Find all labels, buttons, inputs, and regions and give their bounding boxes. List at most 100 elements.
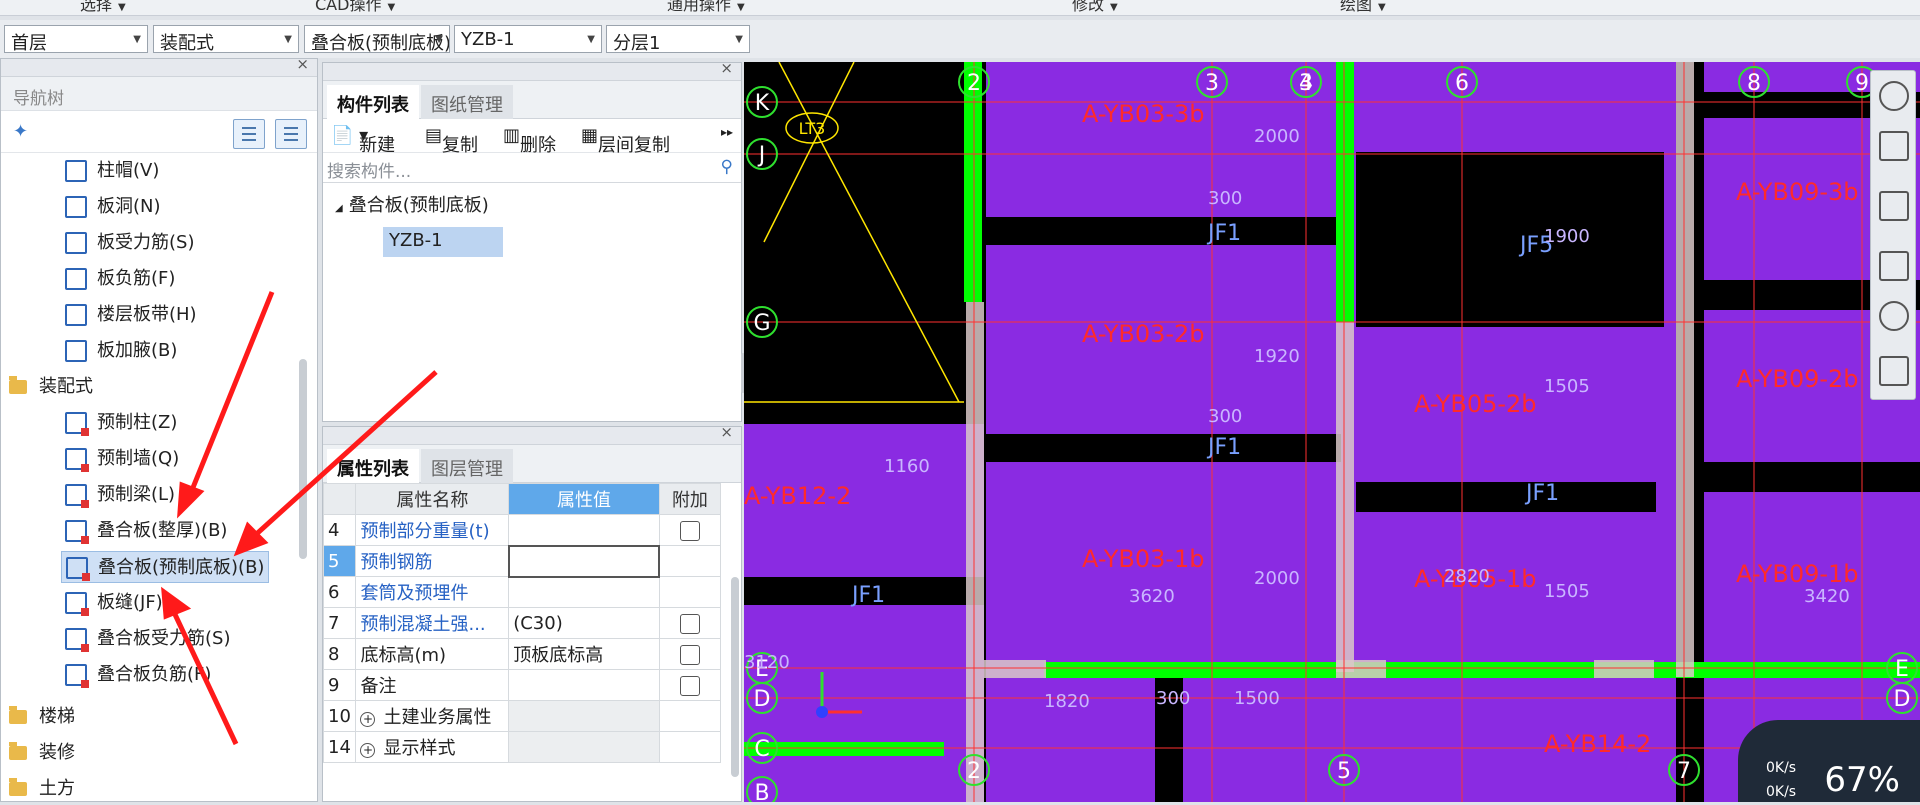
nav-item-precast-column[interactable]: 预制柱(Z): [65, 407, 177, 439]
list-view-button[interactable]: [233, 119, 265, 149]
cad-canvas[interactable]: LT3 2 3 3 6 8 9 K J G E D C B 2 5 7 E D …: [744, 62, 1920, 802]
close-icon[interactable]: ×: [296, 55, 309, 73]
chevron-down-icon: ▼: [587, 34, 595, 45]
component-select[interactable]: YZB-1 ▼: [454, 25, 602, 53]
ribbon-group-cad[interactable]: CAD操作 ▼: [315, 0, 395, 15]
checkbox[interactable]: [679, 675, 700, 696]
floor-select[interactable]: 首层 ▼: [4, 25, 148, 53]
svg-text:J: J: [757, 143, 766, 168]
table-row[interactable]: 7 预制混凝土强... (C30): [322, 607, 722, 639]
svg-text:JF1: JF1: [1206, 435, 1241, 460]
tab-property-list[interactable]: 属性列表: [327, 449, 419, 483]
property-scrollbar[interactable]: [731, 577, 739, 777]
orbit-icon[interactable]: [1879, 81, 1909, 111]
ribbon-group-select[interactable]: 选择 ▼: [80, 0, 126, 15]
delete-button[interactable]: ▥ 删除: [503, 125, 556, 156]
beam-green: [1336, 62, 1354, 322]
svg-text:1505: 1505: [1544, 376, 1590, 397]
nav-toolbar: ✦: [1, 111, 317, 153]
property-value-cell[interactable]: [508, 576, 660, 608]
ribbon-group-modify[interactable]: 修改 ▼: [1072, 0, 1118, 15]
slab-joint: [1356, 482, 1656, 512]
tab-component-list[interactable]: 构件列表: [327, 85, 419, 119]
new-button[interactable]: 📄 新建 ▾: [331, 125, 395, 156]
type-select[interactable]: 装配式 ▼: [153, 25, 299, 53]
nav-item-slab-joint[interactable]: 板缝(JF): [65, 587, 163, 619]
tree-child-selected[interactable]: YZB-1: [383, 227, 503, 257]
ribbon-group-draw[interactable]: 绘图 ▼: [1340, 0, 1386, 15]
tab-layer-management[interactable]: 图层管理: [421, 449, 513, 483]
checkbox[interactable]: [679, 613, 700, 634]
nav-folder-decoration[interactable]: 装修: [9, 737, 75, 769]
search-icon[interactable]: ⚲: [721, 157, 733, 177]
nav-item-composite-slab-full[interactable]: 叠合板(整厚)(B): [65, 515, 227, 547]
wall: [1336, 322, 1354, 672]
nav-item-slab-band[interactable]: 楼层板带(H): [65, 299, 197, 331]
property-value-cell[interactable]: 顶板底标高: [508, 638, 660, 670]
slab-hole-icon: [65, 196, 87, 218]
nav-folder-stairs[interactable]: 楼梯: [9, 701, 75, 733]
tab-drawing-management[interactable]: 图纸管理: [421, 85, 513, 119]
close-icon[interactable]: ×: [720, 59, 733, 77]
layers-icon[interactable]: [1879, 356, 1909, 386]
nav-folder-assembly[interactable]: 装配式: [9, 371, 93, 403]
nav-item-precast-wall[interactable]: 预制墙(Q): [65, 443, 179, 475]
search-input[interactable]: 搜索构件...: [327, 162, 411, 182]
tree-view-button[interactable]: [275, 119, 307, 149]
ribbon-group-general[interactable]: 通用操作 ▼: [667, 0, 745, 15]
component-search[interactable]: 搜索构件... ⚲: [323, 153, 741, 183]
nav-item-slab-main-rebar[interactable]: 板受力筋(S): [65, 227, 194, 259]
svg-text:B: B: [754, 781, 769, 802]
cad-drawing[interactable]: LT3 2 3 3 6 8 9 K J G E D C B 2 5 7 E D …: [744, 62, 1920, 802]
upload-speed: 0K/s: [1766, 760, 1797, 776]
sparkle-icon[interactable]: ✦: [13, 121, 28, 142]
table-row[interactable]: 4 预制部分重量(t): [322, 514, 722, 546]
nav-item-composite-main-rebar[interactable]: 叠合板受力筋(S): [65, 623, 230, 655]
panel-header: ×: [323, 59, 741, 81]
table-row[interactable]: 8 底标高(m) 顶板底标高: [322, 638, 722, 670]
svg-text:K: K: [755, 91, 770, 116]
nav-folder-earthwork[interactable]: 土方: [9, 773, 75, 805]
checkbox[interactable]: [679, 644, 700, 665]
close-icon[interactable]: ×: [720, 423, 733, 441]
folder-icon: [9, 778, 27, 796]
3d-view-icon[interactable]: [1879, 131, 1909, 161]
tree-parent[interactable]: ◢ 叠合板(预制底板): [335, 191, 489, 217]
property-panel: × 属性列表 图层管理 属性名称 属性值 附加 4 预制部分重量(t) 5 预制…: [322, 423, 742, 802]
svg-text:A-YB14-2: A-YB14-2: [1544, 730, 1651, 758]
nav-item-slab-neg-rebar[interactable]: 板负筋(F): [65, 263, 175, 295]
slab-joint-icon: [65, 592, 89, 616]
table-row[interactable]: 14 + 显示样式: [322, 731, 722, 763]
composite-slab-icon: [65, 520, 89, 544]
nav-item-composite-slab-precast[interactable]: 叠合板(预制底板)(B): [61, 551, 270, 583]
table-row[interactable]: 5 预制钢筋: [322, 544, 722, 578]
expand-icon[interactable]: +: [360, 712, 376, 727]
checkbox[interactable]: [679, 520, 700, 541]
svg-text:6: 6: [1455, 71, 1469, 96]
wall: [1594, 660, 1654, 678]
layer-select[interactable]: 分层1 ▼: [606, 25, 750, 53]
property-value-cell[interactable]: (C30): [508, 607, 660, 639]
nav-item-slab-haunch[interactable]: 板加腋(B): [65, 335, 177, 367]
nav-item-precast-beam[interactable]: 预制梁(L): [65, 479, 175, 511]
svg-text:A-YB12-2: A-YB12-2: [744, 482, 851, 510]
table-row[interactable]: 10 + 土建业务属性: [322, 700, 722, 732]
property-value-cell[interactable]: [508, 514, 660, 546]
nav-item-column-cap[interactable]: 柱帽(V): [65, 155, 159, 187]
property-value-cell[interactable]: [507, 544, 661, 578]
nav-item-composite-neg-rebar[interactable]: 叠合板负筋(F): [65, 659, 211, 691]
component-type-select[interactable]: 叠合板(预制底板) ▼: [304, 25, 450, 53]
property-value-cell[interactable]: [508, 669, 660, 701]
iso-view-icon[interactable]: [1879, 251, 1909, 281]
nav-item-slab-hole[interactable]: 板洞(N): [65, 191, 161, 223]
nav-scrollbar[interactable]: [299, 359, 307, 559]
collapse-icon[interactable]: ◢: [335, 203, 343, 214]
top-view-icon[interactable]: [1879, 191, 1909, 221]
more-icon[interactable]: ▸▸: [721, 125, 733, 139]
table-row[interactable]: 6 套筒及预埋件: [322, 576, 722, 608]
copy-button[interactable]: ▤ 复制: [425, 125, 478, 156]
expand-icon[interactable]: +: [360, 743, 376, 758]
floor-copy-button[interactable]: ▦ 层间复制: [581, 125, 670, 156]
rotate-icon[interactable]: [1879, 301, 1909, 331]
table-row[interactable]: 9 备注: [322, 669, 722, 701]
